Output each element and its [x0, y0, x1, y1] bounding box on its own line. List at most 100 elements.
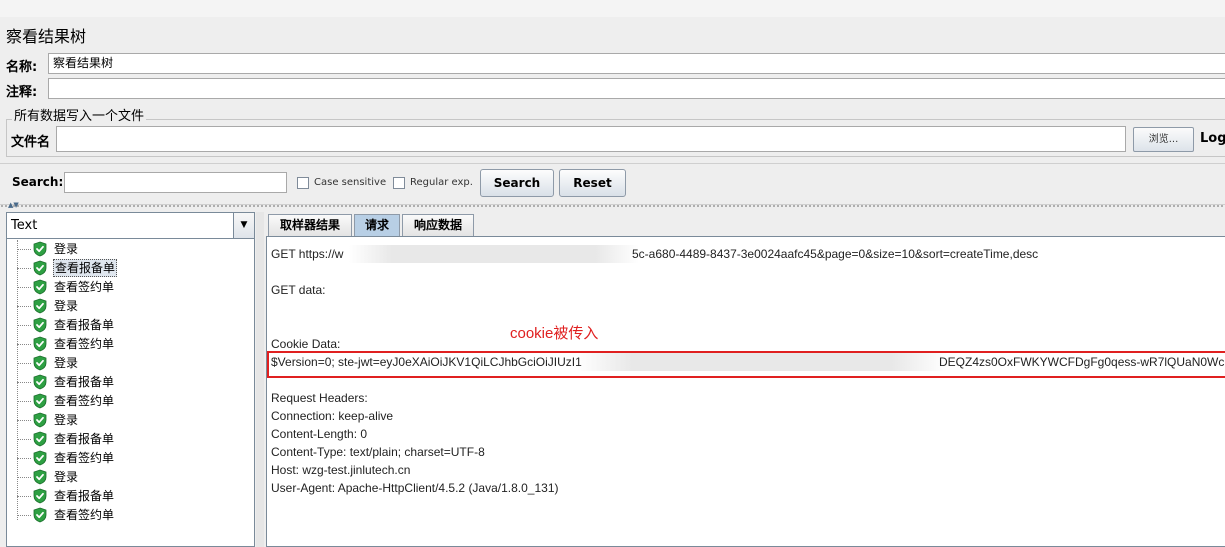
name-label: 名称:: [6, 60, 38, 75]
browse-button[interactable]: 浏览...: [1133, 127, 1194, 152]
tree-item[interactable]: 查看报备单: [17, 430, 247, 449]
success-shield-icon: [33, 355, 47, 371]
success-shield-icon: [33, 241, 47, 257]
get-data-label: GET data:: [271, 283, 326, 297]
request-line-start: GET https://w: [271, 247, 344, 261]
header-line: Content-Type: text/plain; charset=UTF-8: [271, 445, 485, 459]
case-sensitive-checkbox[interactable]: [297, 177, 309, 189]
tree-item[interactable]: 登录: [17, 411, 247, 430]
comment-label: 注释:: [6, 85, 38, 100]
header-line: Content-Length: 0: [271, 427, 368, 441]
tree-item-label: 查看签约单: [54, 280, 115, 294]
tree-item-label: 查看签约单: [54, 451, 115, 465]
tree-connector: [17, 344, 31, 345]
collapse-arrow-icon[interactable]: ▲▼: [8, 201, 19, 209]
tree-item-label: 登录: [54, 413, 79, 427]
search-label: Search:: [12, 175, 64, 189]
reset-button[interactable]: Reset: [559, 169, 626, 197]
success-shield-icon: [33, 374, 47, 390]
tree-item-label: 查看报备单: [53, 259, 118, 277]
success-shield-icon: [33, 279, 47, 295]
top-strip: [0, 0, 1225, 17]
renderer-select-value: Text: [11, 218, 38, 233]
success-shield-icon: [33, 450, 47, 466]
success-shield-icon: [33, 298, 47, 314]
tree-item[interactable]: 查看签约单: [17, 449, 247, 468]
results-tree-panel: Text ▼ 登录 查看报备单 查看签约单 登录 查看报备单 查看签约单 登录 查看报备单 查看…: [6, 212, 255, 547]
case-sensitive-label: Case sensitive: [314, 177, 387, 188]
tree-item-label: 查看报备单: [54, 489, 115, 503]
redacted-region: [349, 245, 639, 263]
tree-item[interactable]: 登录: [17, 468, 247, 487]
success-shield-icon: [33, 507, 47, 523]
tab-0[interactable]: 取样器结果: [268, 214, 352, 236]
page-title: 察看结果树: [6, 27, 87, 46]
success-shield-icon: [33, 393, 47, 409]
split-divider[interactable]: [0, 204, 1225, 208]
tree-connector: [17, 477, 31, 478]
header-line: Host: wzg-test.jinlutech.cn: [271, 463, 411, 477]
tree-item-label: 查看签约单: [54, 337, 115, 351]
tree-item[interactable]: 登录: [17, 354, 247, 373]
tree-connector: [17, 287, 31, 288]
header-line: Connection: keep-alive: [271, 409, 394, 423]
tree-item-label: 登录: [54, 356, 79, 370]
success-shield-icon: [33, 412, 47, 428]
success-shield-icon: [33, 431, 47, 447]
name-input[interactable]: 察看结果树: [48, 53, 1225, 74]
tree-item[interactable]: 登录: [17, 240, 247, 259]
tree-item[interactable]: 查看报备单: [17, 487, 247, 506]
file-group-title: 所有数据写入一个文件: [12, 105, 147, 124]
tree-item[interactable]: 查看报备单: [17, 373, 247, 392]
request-line-end: 5c-a680-4489-8437-3e0024aafc45&page=0&si…: [632, 247, 1039, 261]
tree-item[interactable]: 查看报备单: [17, 316, 247, 335]
tree-item-label: 查看签约单: [54, 394, 115, 408]
tree-connector: [17, 496, 31, 497]
tree-connector: [17, 515, 31, 516]
tree-item[interactable]: 登录: [17, 297, 247, 316]
header-line: User-Agent: Apache-HttpClient/4.5.2 (Jav…: [271, 481, 559, 495]
tree-item-label: 登录: [54, 299, 79, 313]
tree-item[interactable]: 查看签约单: [17, 392, 247, 411]
filename-input[interactable]: [56, 126, 1126, 152]
tree-item-label: 查看签约单: [54, 508, 115, 522]
tab-2[interactable]: 响应数据: [402, 214, 474, 236]
tree-connector: [17, 325, 31, 326]
tree-item-label: 登录: [54, 470, 79, 484]
success-shield-icon: [33, 317, 47, 333]
regex-checkbox[interactable]: [393, 177, 405, 189]
tree-item-label: 登录: [54, 242, 79, 256]
tab-1[interactable]: 请求: [354, 214, 400, 236]
success-shield-icon: [33, 260, 47, 276]
tree-item[interactable]: 查看签约单: [17, 506, 247, 525]
vertical-splitter[interactable]: [256, 212, 264, 547]
success-shield-icon: [33, 336, 47, 352]
tree-item[interactable]: 查看报备单: [17, 259, 247, 278]
search-button[interactable]: Search: [480, 169, 554, 197]
renderer-select[interactable]: Text ▼: [7, 213, 254, 239]
tree-item[interactable]: 查看签约单: [17, 335, 247, 354]
search-input[interactable]: [64, 172, 287, 193]
request-headers-label: Request Headers:: [271, 391, 368, 405]
tree-connector: [17, 458, 31, 459]
cookie-annotation: cookie被传入: [510, 325, 599, 342]
tree-item-label: 查看报备单: [54, 318, 115, 332]
comment-input[interactable]: [48, 78, 1225, 99]
tree-connector: [17, 268, 31, 269]
tree-item-label: 查看报备单: [54, 375, 115, 389]
chevron-down-icon[interactable]: ▼: [233, 213, 254, 238]
cookie-data-label: Cookie Data:: [271, 337, 341, 351]
success-shield-icon: [33, 469, 47, 485]
tree-connector: [17, 439, 31, 440]
regex-label: Regular exp.: [410, 177, 473, 188]
tree-connector: [17, 401, 31, 402]
request-content-pane: GET https://w 5c-a680-4489-8437-3e0024aa…: [266, 236, 1225, 547]
filename-label: 文件名: [11, 135, 51, 150]
tree-connector: [17, 306, 31, 307]
success-shield-icon: [33, 488, 47, 504]
log-label: Log/: [1200, 131, 1225, 146]
tree-item-label: 查看报备单: [54, 432, 115, 446]
tree-connector: [17, 382, 31, 383]
tree-connector: [17, 420, 31, 421]
tree-item[interactable]: 查看签约单: [17, 278, 247, 297]
